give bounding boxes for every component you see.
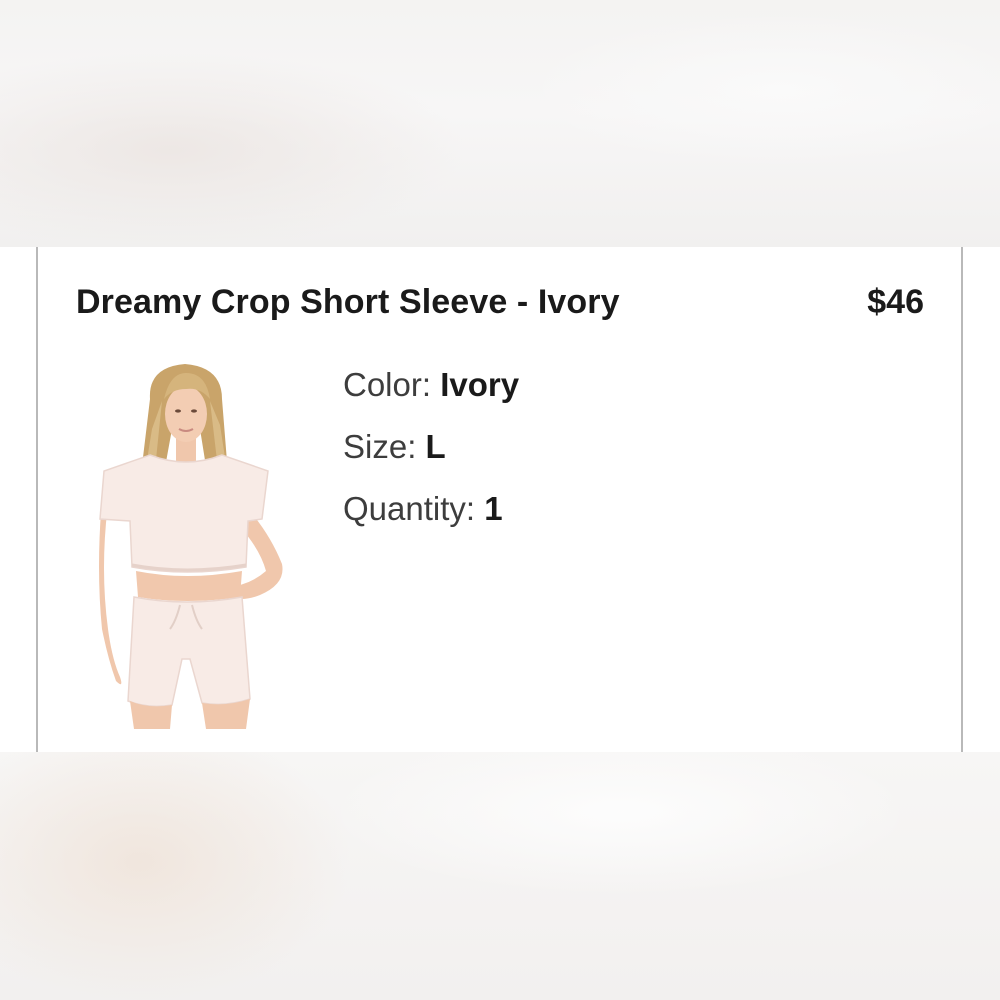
model-illustration [99, 364, 283, 729]
quantity-attribute: Quantity: 1 [343, 490, 503, 528]
color-value: Ivory [440, 366, 520, 403]
size-value: L [425, 428, 446, 465]
blurred-background-top [0, 0, 1000, 247]
color-attribute: Color: Ivory [343, 366, 519, 404]
card-border-left [36, 247, 38, 752]
product-image[interactable] [90, 359, 320, 729]
blurred-background-bottom [0, 752, 1000, 1000]
order-item-card: Dreamy Crop Short Sleeve - Ivory $46 Col… [0, 247, 1000, 752]
size-label: Size: [343, 428, 417, 465]
card-border-right [961, 247, 963, 752]
quantity-label: Quantity: [343, 490, 476, 527]
product-title[interactable]: Dreamy Crop Short Sleeve - Ivory [76, 283, 620, 322]
quantity-value: 1 [484, 490, 503, 527]
size-attribute: Size: L [343, 428, 446, 466]
product-price: $46 [867, 283, 924, 321]
color-label: Color: [343, 366, 432, 403]
